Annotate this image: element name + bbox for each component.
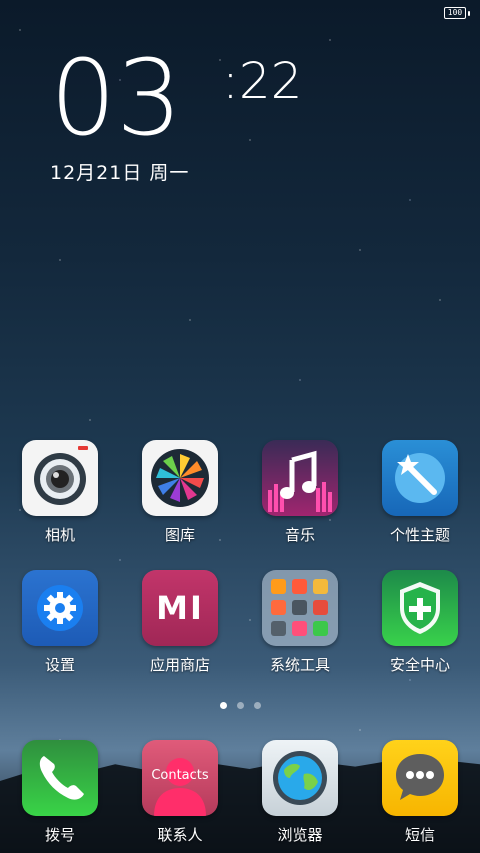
battery-level: 100 — [444, 7, 466, 19]
music-icon — [262, 440, 338, 516]
app-label: 安全中心 — [389, 656, 450, 674]
phone-icon — [22, 740, 98, 816]
app-label: 设置 — [44, 656, 75, 674]
app-label: 应用商店 — [149, 656, 210, 674]
app-label: 浏览器 — [277, 826, 323, 844]
contacts-icon-text: Contacts — [151, 768, 209, 783]
page-dot-3[interactable] — [253, 702, 261, 709]
app-label: 相机 — [44, 526, 75, 544]
page-dot-2[interactable] — [236, 702, 244, 709]
app-messages[interactable]: 短信 — [370, 740, 470, 845]
app-label: 拨号 — [44, 826, 75, 844]
page-indicator[interactable] — [0, 702, 480, 709]
app-security[interactable]: 安全中心 — [370, 570, 470, 675]
clock-minute: :22 — [222, 52, 303, 110]
app-label: 音乐 — [284, 526, 315, 544]
themes-icon — [382, 440, 458, 516]
camera-icon — [22, 440, 98, 516]
settings-icon — [22, 570, 98, 646]
app-folder-system-tools[interactable]: 系统工具 — [250, 570, 350, 675]
contacts-icon: Contacts — [142, 740, 218, 816]
security-icon — [382, 570, 458, 646]
battery-indicator: 100 — [444, 7, 470, 19]
app-browser[interactable]: 浏览器 — [250, 740, 350, 845]
app-music[interactable]: 音乐 — [250, 440, 350, 545]
clock-date: 12月21日 周一 — [50, 162, 190, 184]
app-label: 系统工具 — [269, 656, 330, 674]
app-store[interactable]: MI 应用商店 — [130, 570, 230, 675]
clock-widget[interactable]: 03 :22 12月21日 周一 — [50, 37, 302, 185]
mi-logo-text: MI — [156, 589, 204, 627]
folder-icon — [262, 570, 338, 646]
app-row-2: 设置 MI 应用商店 系统工具 安全中心 — [0, 570, 480, 675]
app-camera[interactable]: 相机 — [10, 440, 110, 545]
app-settings[interactable]: 设置 — [10, 570, 110, 675]
clock-hour: 03 — [50, 37, 183, 159]
app-gallery[interactable]: 图库 — [130, 440, 230, 545]
gallery-icon — [142, 440, 218, 516]
browser-icon — [262, 740, 338, 816]
app-row-1: 相机 图库 音乐 个性主题 — [0, 440, 480, 545]
app-label: 个性主题 — [389, 526, 450, 544]
app-themes[interactable]: 个性主题 — [370, 440, 470, 545]
app-store-icon: MI — [142, 570, 218, 646]
app-dialer[interactable]: 拨号 — [10, 740, 110, 845]
app-label: 短信 — [404, 826, 435, 844]
battery-tip — [468, 10, 470, 16]
dock: 拨号 Contacts 联系人 浏览器 短信 — [0, 740, 480, 845]
page-dot-1[interactable] — [219, 702, 227, 709]
messages-icon — [382, 740, 458, 816]
app-label: 联系人 — [157, 826, 203, 844]
app-label: 图库 — [164, 526, 195, 544]
app-contacts[interactable]: Contacts 联系人 — [130, 740, 230, 845]
